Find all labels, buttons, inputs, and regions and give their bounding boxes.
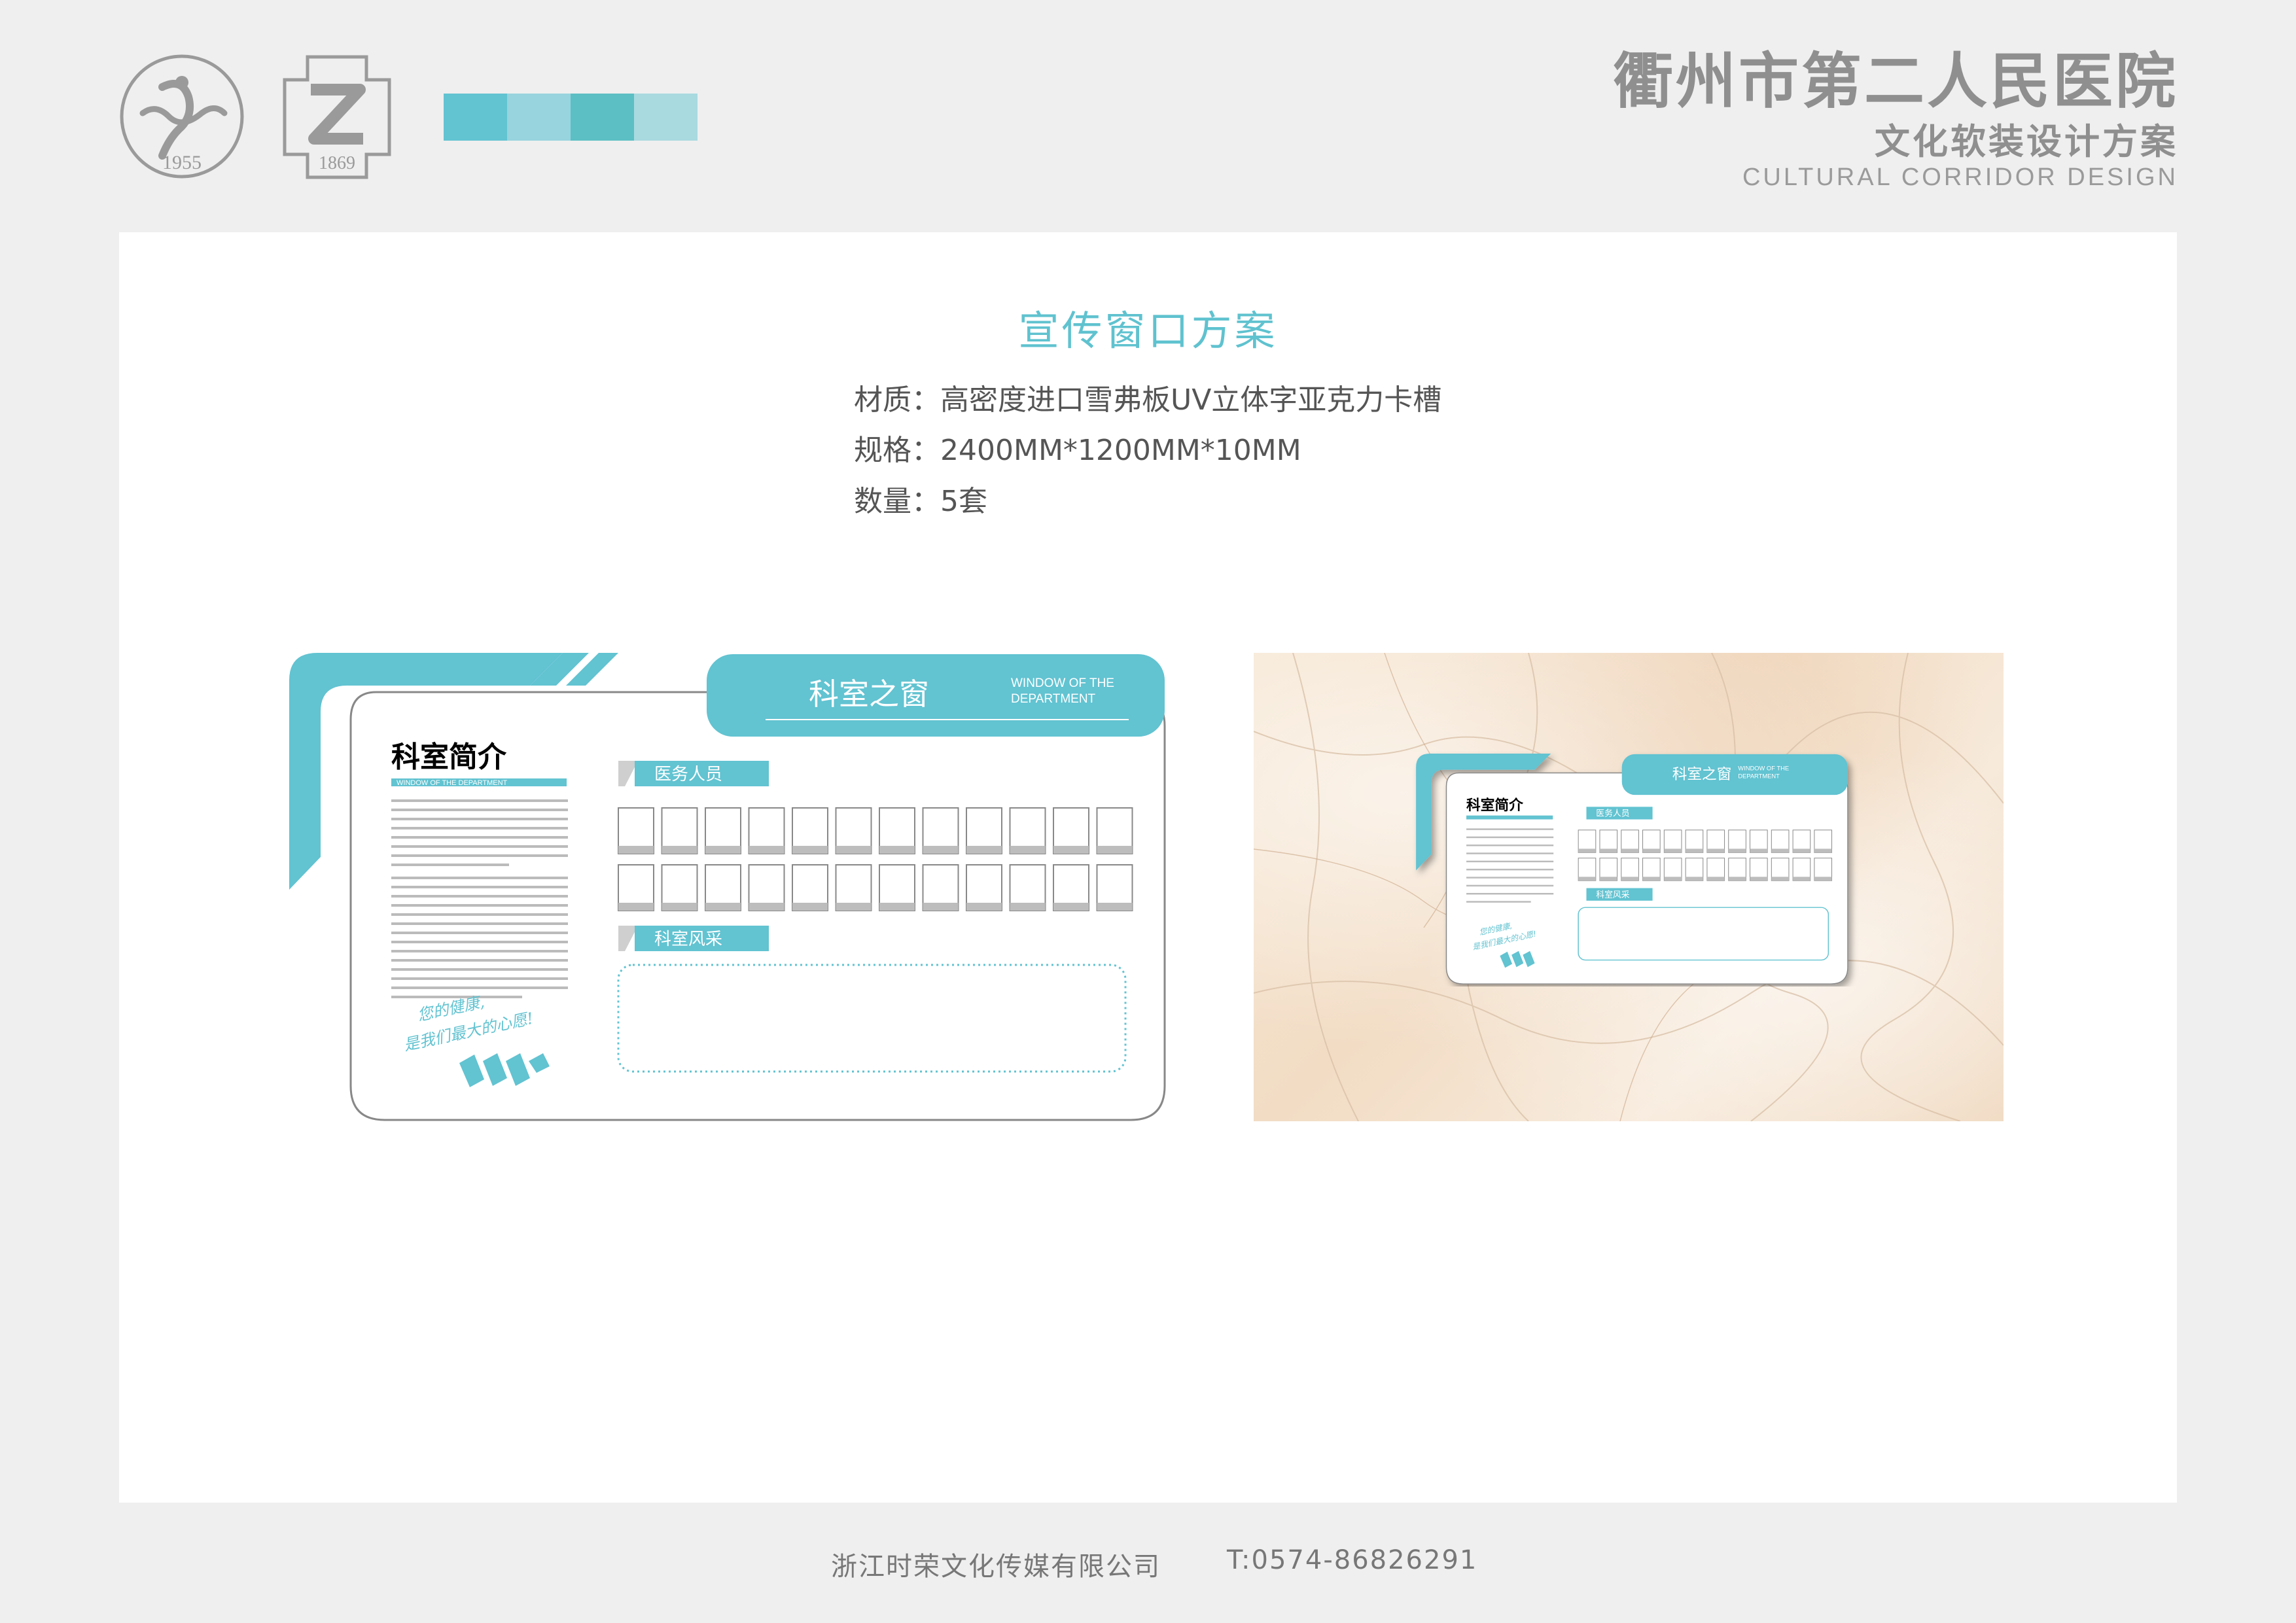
photo-slot-caption-bar bbox=[1578, 848, 1596, 853]
photo-slot-caption-bar bbox=[1664, 877, 1682, 881]
mockup-staff-label: 医务人员 bbox=[1596, 809, 1629, 819]
photo-slot-caption-bar bbox=[1686, 848, 1703, 853]
section-title: 宣传窗口方案 bbox=[1018, 307, 1278, 355]
photo-slot-caption-bar bbox=[836, 846, 872, 854]
hospital-name: 衢州市第二人民医院 bbox=[1612, 46, 2178, 116]
photo-slot-caption-bar bbox=[1621, 877, 1639, 881]
mockup-intro-title: 科室简介 bbox=[1466, 797, 1523, 814]
spec-material: 材质：高密度进口雪弗板UV立体字亚克力卡槽 bbox=[854, 383, 1442, 417]
intro-title: 科室简介 bbox=[391, 741, 507, 774]
swatch-3 bbox=[571, 94, 634, 141]
board-mockup-small: 科室之窗 WINDOW OF THE DEPARTMENT 科室简介 您的健康,… bbox=[1416, 753, 1848, 985]
photo-slot-caption-bar bbox=[705, 846, 741, 854]
window-title: 科室之窗 bbox=[809, 676, 929, 712]
logo2-year: 1869 bbox=[319, 153, 355, 173]
photo-slot-caption-bar bbox=[749, 846, 785, 854]
marble-mockup: 科室之窗 WINDOW OF THE DEPARTMENT 科室简介 您的健康,… bbox=[1254, 653, 2004, 1121]
photo-slot-caption-bar bbox=[1599, 848, 1617, 853]
photo-slot-caption-bar bbox=[1728, 848, 1746, 853]
photo-slot-caption-bar bbox=[879, 903, 915, 911]
photo-slot-caption-bar bbox=[618, 846, 654, 854]
photo-slot-caption-bar bbox=[1097, 903, 1133, 911]
photo-slot-caption-bar bbox=[1771, 877, 1789, 881]
photo-slot-caption-bar bbox=[1728, 877, 1746, 881]
photo-slot-caption-bar bbox=[923, 903, 959, 911]
mockup-style-label: 科室风采 bbox=[1596, 890, 1629, 900]
spec-quantity: 数量：5套 bbox=[854, 485, 987, 518]
photo-slot-caption-bar bbox=[836, 903, 872, 911]
hospital-logo-1955-icon: 1955 bbox=[120, 54, 244, 179]
intro-en: WINDOW OF THE DEPARTMENT bbox=[397, 779, 508, 787]
swatch-1 bbox=[444, 94, 507, 141]
board-design: 科室之窗 WINDOW OF THE DEPARTMENT 科室简介 WINDO… bbox=[289, 653, 1166, 1121]
staff-label: 医务人员 bbox=[654, 765, 722, 784]
photo-slot-caption-bar bbox=[1642, 848, 1661, 853]
hospital-logo-1869-icon: 1869 bbox=[283, 55, 391, 179]
photo-slot-caption-bar bbox=[1621, 848, 1639, 853]
window-en-line1: WINDOW OF THE bbox=[1011, 676, 1114, 690]
photo-slot-caption-bar bbox=[1706, 848, 1725, 853]
photo-slot-caption-bar bbox=[1578, 877, 1596, 881]
swatch-2 bbox=[507, 94, 571, 141]
photo-slot-caption-bar bbox=[1053, 903, 1089, 911]
photo-slot-caption-bar bbox=[1664, 848, 1682, 853]
photo-slot-caption-bar bbox=[1814, 848, 1832, 853]
photo-slot-caption-bar bbox=[1771, 848, 1789, 853]
photo-slot-caption-bar bbox=[1053, 846, 1089, 854]
style-label: 科室风采 bbox=[654, 930, 722, 949]
photo-slot-caption-bar bbox=[1706, 877, 1725, 881]
photo-slot-caption-bar bbox=[1010, 846, 1046, 854]
photo-slot-caption-bar bbox=[1750, 848, 1768, 853]
mockup-window-title: 科室之窗 bbox=[1672, 766, 1732, 783]
photo-slot-caption-bar bbox=[792, 903, 828, 911]
photo-slot-caption-bar bbox=[705, 903, 741, 911]
photo-slot-caption-bar bbox=[879, 846, 915, 854]
photo-slot-caption-bar bbox=[1750, 877, 1768, 881]
color-swatches bbox=[444, 94, 698, 141]
document-subtitle-en: CULTURAL CORRIDOR DESIGN bbox=[1742, 164, 2178, 191]
photo-slot-caption-bar bbox=[662, 903, 698, 911]
mockup-window-en-1: WINDOW OF THE bbox=[1738, 765, 1789, 772]
photo-slot-caption-bar bbox=[966, 903, 1002, 911]
footer-company: 浙江时荣文化传媒有限公司 bbox=[831, 1552, 1161, 1582]
photo-slot-caption-bar bbox=[1686, 877, 1703, 881]
document-subtitle: 文化软装设计方案 bbox=[1875, 121, 2178, 162]
logo1-year: 1955 bbox=[162, 152, 202, 173]
photo-slot-caption-bar bbox=[923, 846, 959, 854]
photo-slot-caption-bar bbox=[1814, 877, 1832, 881]
photo-slot-caption-bar bbox=[792, 846, 828, 854]
window-header-tab bbox=[707, 654, 1165, 737]
photo-slot-caption-bar bbox=[1010, 903, 1046, 911]
photo-slot-caption-bar bbox=[1642, 877, 1661, 881]
photo-slot-caption-bar bbox=[749, 903, 785, 911]
photo-slot-caption-bar bbox=[618, 903, 654, 911]
photo-slot-caption-bar bbox=[1097, 846, 1133, 854]
window-en-line2: DEPARTMENT bbox=[1011, 692, 1096, 706]
photo-slot-caption-bar bbox=[966, 846, 1002, 854]
footer-phone: T:0574-86826291 bbox=[1227, 1545, 1478, 1575]
photo-slot-caption-bar bbox=[1599, 877, 1617, 881]
swatch-4 bbox=[634, 94, 698, 141]
spec-size: 规格：2400MM*1200MM*10MM bbox=[854, 434, 1301, 467]
mockup-window-en-2: DEPARTMENT bbox=[1738, 773, 1780, 779]
photo-slot-caption-bar bbox=[1793, 848, 1810, 853]
photo-slot-caption-bar bbox=[1793, 877, 1810, 881]
photo-slot-caption-bar bbox=[662, 846, 698, 854]
